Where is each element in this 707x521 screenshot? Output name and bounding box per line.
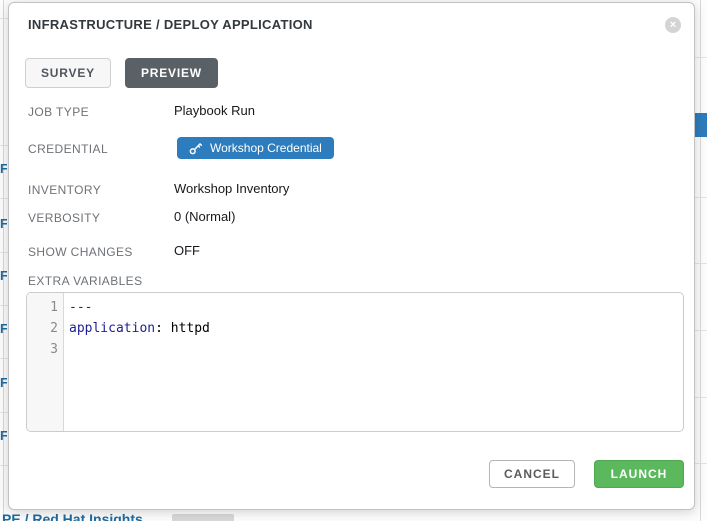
bg-badge-fragment (172, 514, 234, 521)
field-label: SHOW CHANGES (28, 243, 174, 259)
bg-link-fragment: F (0, 376, 7, 390)
screen: F F F F F F PE / Red Hat Insights INFRAS… (0, 0, 707, 521)
credential-badge[interactable]: Workshop Credential (177, 137, 334, 159)
field-value: OFF (174, 243, 200, 258)
bg-selected-row (695, 113, 707, 137)
bg-row-divider (695, 57, 707, 58)
cancel-button[interactable]: CANCEL (489, 460, 575, 488)
field-row-inventory: INVENTORY Workshop Inventory (28, 181, 674, 197)
bg-row-divider (0, 252, 8, 253)
field-value: Playbook Run (174, 103, 255, 118)
bg-row-divider (0, 305, 8, 306)
yaml-key: application (69, 321, 155, 336)
field-value: 0 (Normal) (174, 209, 235, 224)
bg-row-divider (0, 198, 8, 199)
yaml-value: : httpd (155, 321, 210, 336)
editor-code-area[interactable]: --- application: httpd (64, 293, 683, 431)
bg-link-fragment: F (0, 162, 7, 176)
field-row-verbosity: VERBOSITY 0 (Normal) (28, 209, 674, 225)
line-number: 1 (27, 297, 63, 318)
bg-row-divider (695, 463, 707, 464)
bg-row-divider (695, 397, 707, 398)
field-label: JOB TYPE (28, 103, 174, 119)
code-line: application: httpd (69, 318, 683, 339)
bg-row-divider (695, 197, 707, 198)
bg-link-fragment: F (0, 269, 7, 283)
modal-title: INFRASTRUCTURE / DEPLOY APPLICATION (28, 17, 313, 32)
bg-row-divider (0, 358, 8, 359)
bg-row-divider (695, 330, 707, 331)
field-label: INVENTORY (28, 181, 174, 197)
tab-survey[interactable]: SURVEY (25, 58, 111, 88)
field-value: Workshop Inventory (174, 181, 289, 196)
field-row-show-changes: SHOW CHANGES OFF (28, 243, 674, 259)
field-row-job-type: JOB TYPE Playbook Run (28, 103, 674, 119)
extra-variables-editor[interactable]: 1 2 3 --- application: httpd (26, 292, 684, 432)
editor-gutter: 1 2 3 (27, 293, 64, 431)
field-label: VERBOSITY (28, 209, 174, 225)
bg-link-fragment: F (0, 322, 7, 336)
key-icon (189, 142, 202, 155)
bg-row-divider (0, 412, 8, 413)
field-label: CREDENTIAL (28, 140, 174, 156)
bg-row-divider (0, 145, 8, 146)
bg-link-fragment: F (0, 429, 7, 443)
bg-link-fragment-bottom: PE / Red Hat Insights (2, 511, 143, 521)
bg-row-divider (0, 18, 8, 19)
credential-badge-label: Workshop Credential (210, 141, 322, 155)
bg-row-divider (695, 263, 707, 264)
bg-table-border-right (700, 0, 701, 521)
close-icon[interactable]: × (665, 17, 681, 33)
line-number: 2 (27, 318, 63, 339)
deploy-application-modal: INFRASTRUCTURE / DEPLOY APPLICATION × SU… (8, 2, 695, 510)
yaml-doc-separator: --- (69, 300, 92, 315)
tab-bar: SURVEY PREVIEW (25, 58, 218, 88)
launch-button[interactable]: LAUNCH (594, 460, 684, 488)
bg-row-divider (0, 465, 8, 466)
tab-preview[interactable]: PREVIEW (125, 58, 218, 88)
line-number: 3 (27, 339, 63, 360)
extra-variables-label: EXTRA VARIABLES (28, 274, 143, 288)
bg-link-fragment: F (0, 217, 7, 231)
code-line: --- (69, 297, 683, 318)
field-row-credential: CREDENTIAL Workshop Credential (28, 140, 674, 159)
